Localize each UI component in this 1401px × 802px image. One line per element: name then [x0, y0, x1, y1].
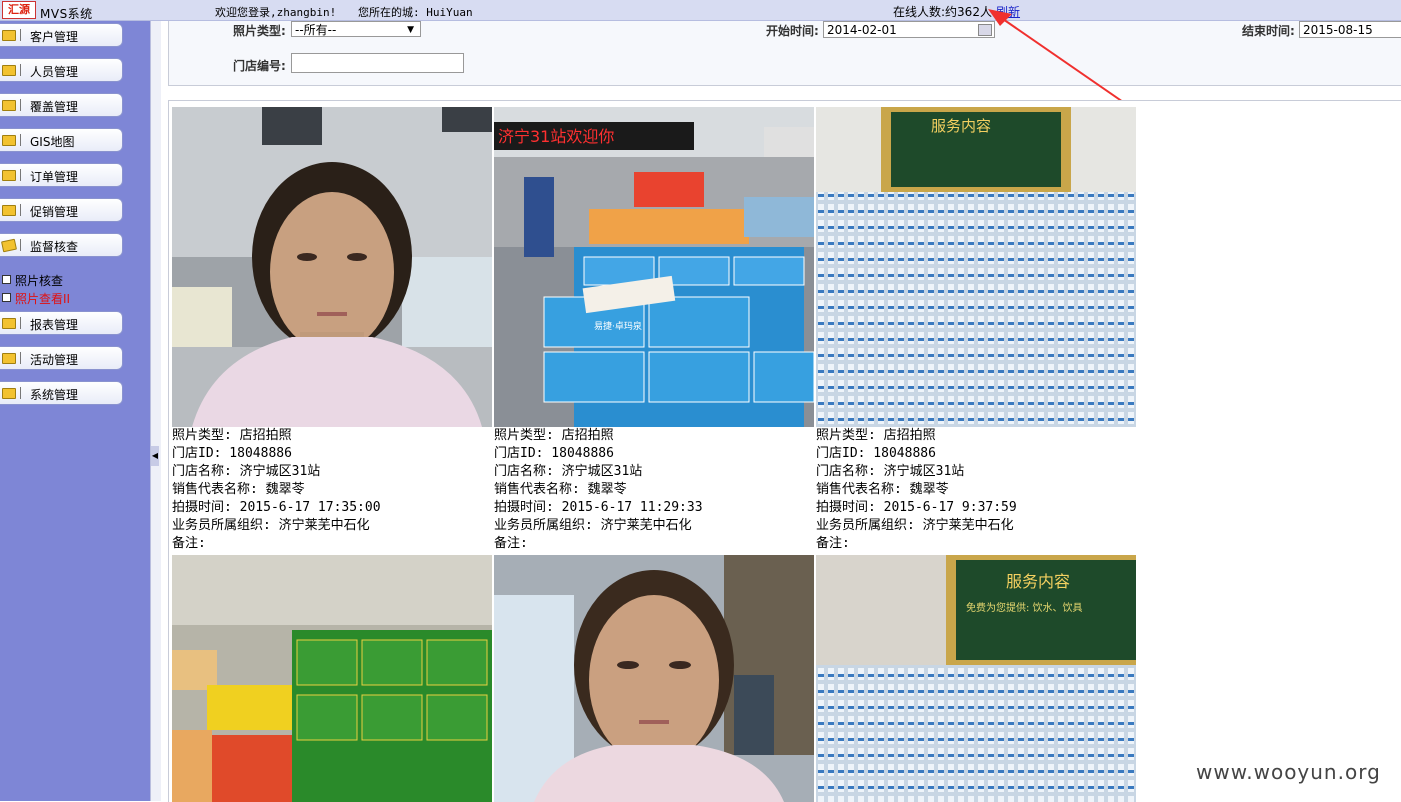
brand-text: 易捷·卓玛泉: [594, 320, 642, 332]
photo-info: 照片类型: 店招拍照 门店ID: 18048886 门店名称: 济宁城区31站 …: [172, 428, 381, 551]
photo-thumbnail[interactable]: 服务内容 免费为您提供: 饮水、饮具: [816, 555, 1136, 802]
photo-info: 照片类型: 店招拍照 门店ID: 18048886 门店名称: 济宁城区31站 …: [494, 428, 703, 551]
photo-gallery: 济宁31站欢迎你 易捷·卓玛泉 服务内容 照片类型: 店招拍照 门店ID: 18…: [168, 100, 1401, 802]
banner-text: 济宁31站欢迎你: [498, 127, 614, 146]
service-sign-text: 服务内容: [1006, 572, 1070, 591]
water-display-photo: 服务内容: [816, 107, 1136, 427]
water-display-photo: 服务内容 免费为您提供: 饮水、饮具: [816, 555, 1136, 802]
photo-thumbnail[interactable]: 服务内容: [816, 107, 1136, 427]
photo-thumbnail[interactable]: [172, 107, 492, 427]
service-sign-text: 服务内容: [931, 117, 991, 135]
beer-display-photo: [172, 555, 492, 802]
watermark: www.wooyun.org: [1196, 760, 1381, 784]
selfie-photo: [494, 555, 814, 802]
photo-thumbnail[interactable]: 济宁31站欢迎你 易捷·卓玛泉: [494, 107, 814, 427]
photo-info: 照片类型: 店招拍照 门店ID: 18048886 门店名称: 济宁城区31站 …: [816, 428, 1017, 551]
photo-thumbnail[interactable]: [494, 555, 814, 802]
selfie-photo: [172, 107, 492, 427]
photo-thumbnail[interactable]: [172, 555, 492, 802]
service-sign-subtext: 免费为您提供: 饮水、饮具: [966, 601, 1083, 614]
store-display-photo: 济宁31站欢迎你 易捷·卓玛泉: [494, 107, 814, 427]
